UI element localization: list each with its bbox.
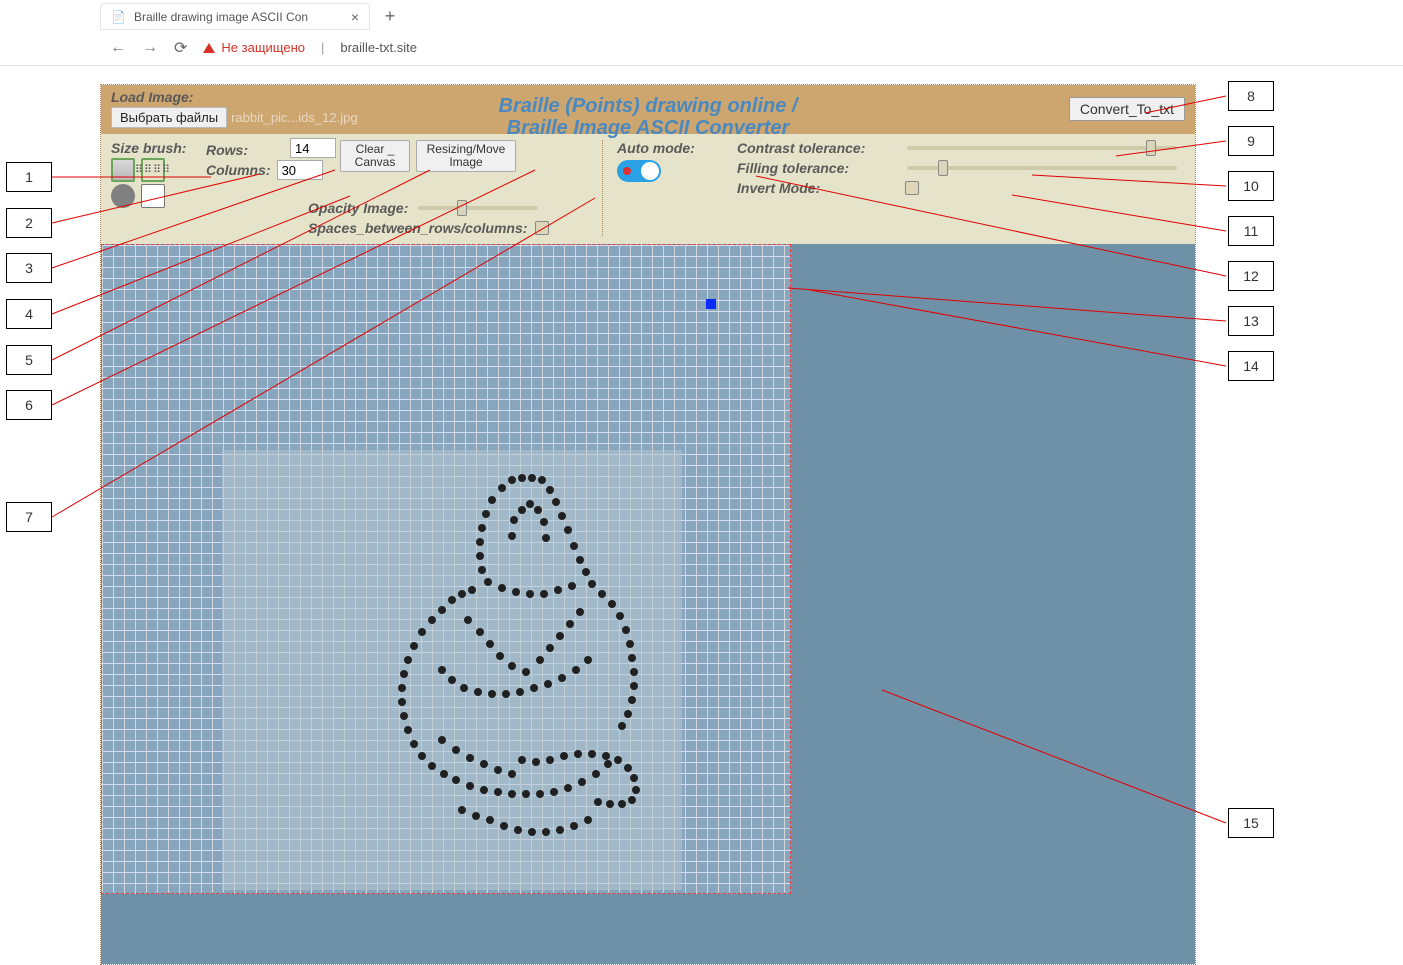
spaces-between-checkbox[interactable] (535, 221, 549, 235)
browser-tab[interactable]: Braille drawing image ASCII Con × (100, 3, 370, 30)
callout-10: 10 (1228, 171, 1274, 201)
callout-6: 6 (6, 390, 52, 420)
divider: | (321, 40, 324, 55)
invert-mode-label: Invert Mode: (737, 180, 897, 196)
resize-handle[interactable] (706, 299, 716, 309)
braille-dot-art (292, 460, 752, 900)
callout-1: 1 (6, 162, 52, 192)
filling-tolerance-label: Filling tolerance: (737, 160, 897, 176)
opacity-image-slider[interactable] (418, 206, 538, 210)
color-gray-swatch[interactable] (111, 184, 135, 208)
columns-input[interactable] (277, 160, 323, 180)
callout-11: 11 (1228, 216, 1274, 246)
resizing-move-image-button[interactable]: Resizing/Move Image (416, 140, 516, 172)
callout-8: 8 (1228, 81, 1274, 111)
load-image-label: Load Image: (111, 89, 358, 105)
chosen-file-name: rabbit_pic...ids_12.jpg (231, 110, 357, 125)
callout-15: 15 (1228, 808, 1274, 838)
brush-solid-swatch[interactable] (111, 158, 135, 182)
rows-input[interactable] (290, 138, 336, 158)
callout-13: 13 (1228, 306, 1274, 336)
callout-5: 5 (6, 345, 52, 375)
canvas-area[interactable] (101, 244, 1195, 964)
not-secure-label: Не защищено (221, 40, 305, 55)
reload-icon[interactable]: ⟳ (174, 38, 187, 58)
auto-mode-label: Auto mode: (617, 140, 737, 156)
convert-to-txt-button[interactable]: Convert_To_txt (1069, 97, 1185, 121)
filling-tolerance-slider[interactable] (907, 166, 1177, 170)
opacity-image-label: Opacity Image: (308, 200, 408, 216)
warning-icon (203, 43, 215, 53)
file-icon (111, 10, 126, 24)
clear-canvas-button[interactable]: Clear _ Canvas (340, 140, 410, 172)
size-brush-label: Size brush: (111, 140, 206, 156)
security-status: Не защищено (203, 40, 305, 55)
columns-label: Columns: (206, 162, 271, 178)
contrast-tolerance-slider[interactable] (907, 146, 1177, 150)
choose-files-button[interactable]: Выбрать файлы (111, 107, 227, 128)
callout-9: 9 (1228, 126, 1274, 156)
callout-7: 7 (6, 502, 52, 532)
invert-mode-checkbox[interactable] (905, 181, 919, 195)
title-line-1: Braille (Points) drawing online / (499, 95, 798, 117)
nav-forward-icon[interactable]: → (142, 39, 158, 57)
close-tab-icon[interactable]: × (351, 10, 359, 24)
drawing-grid[interactable] (101, 244, 791, 894)
spaces-between-label: Spaces_between_rows/columns: (308, 220, 527, 236)
browser-tab-title: Braille drawing image ASCII Con (134, 10, 308, 24)
contrast-tolerance-label: Contrast tolerance: (737, 140, 897, 156)
callout-4: 4 (6, 299, 52, 329)
new-tab-button[interactable]: + (376, 2, 404, 30)
brush-dots-swatch[interactable]: ⠿⠿⠿⠿ (141, 158, 165, 182)
callout-14: 14 (1228, 351, 1274, 381)
callout-12: 12 (1228, 261, 1274, 291)
auto-mode-toggle[interactable] (617, 160, 661, 182)
color-white-swatch[interactable] (141, 184, 165, 208)
callout-2: 2 (6, 208, 52, 238)
callout-3: 3 (6, 253, 52, 283)
nav-back-icon[interactable]: ← (110, 39, 126, 57)
address-url[interactable]: braille-txt.site (340, 40, 417, 55)
